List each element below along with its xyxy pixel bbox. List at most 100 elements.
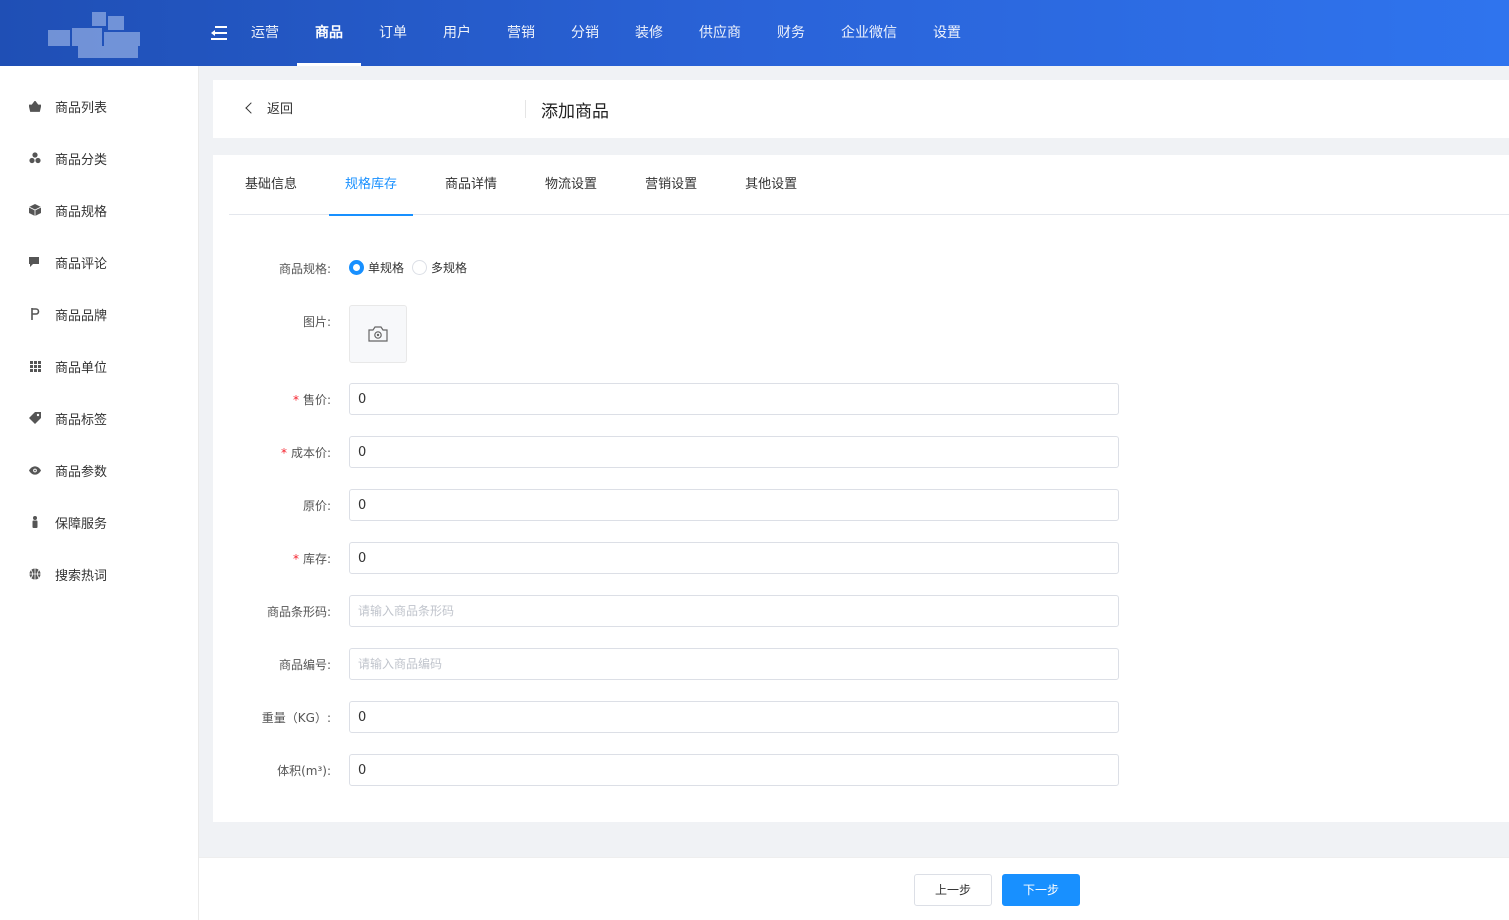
chevron-left-icon — [245, 101, 257, 114]
volume-label: 体积(m³): — [277, 764, 331, 778]
logo — [48, 8, 156, 60]
sidebar: 商品列表 商品分类 商品规格 商品评论 商品品牌 商品单位 商品标签 商品参数 … — [0, 66, 199, 920]
nav-item-orders[interactable]: 订单 — [361, 0, 425, 66]
image-upload[interactable] — [349, 305, 407, 363]
radio-multi-spec[interactable]: 多规格 — [412, 259, 467, 276]
form-row-weight: 重量（KG）: — [213, 701, 1509, 733]
form-row-sale-price: * 售价: — [213, 383, 1509, 415]
nav-item-products[interactable]: 商品 — [297, 0, 361, 66]
page-title: 添加商品 — [541, 102, 609, 122]
sale-price-label-text: 售价: — [302, 393, 331, 407]
sidebar-item-label: 商品单位 — [55, 360, 108, 376]
barcode-label: 商品条形码: — [266, 605, 331, 619]
form-row-cost-price: * 成本价: — [213, 436, 1509, 468]
form-row-original-price: 原价: — [213, 489, 1509, 521]
sidebar-item-product-comments[interactable]: 商品评论 — [0, 236, 198, 288]
sidebar-item-label: 商品标签 — [55, 412, 108, 428]
cost-price-input[interactable] — [349, 436, 1119, 468]
stock-input[interactable] — [349, 542, 1119, 574]
radio-dot — [349, 260, 364, 275]
radio-single-spec[interactable]: 单规格 — [349, 259, 404, 276]
tab-marketing[interactable]: 营销设置 — [629, 155, 713, 215]
top-navbar: 运营 商品 订单 用户 营销 分销 装修 供应商 财务 企业微信 设置 — [0, 0, 1509, 66]
nav-item-distribution[interactable]: 分销 — [553, 0, 617, 66]
form-row-stock: * 库存: — [213, 542, 1509, 574]
footer-actions: 上一步 下一步 — [199, 857, 1509, 920]
form-row-volume: 体积(m³): — [213, 754, 1509, 786]
tab-product-detail[interactable]: 商品详情 — [429, 155, 513, 215]
stock-label: * 库存: — [293, 550, 331, 567]
sale-price-label: * 售价: — [293, 391, 331, 408]
image-label: 图片: — [302, 315, 331, 329]
tab-spec-stock[interactable]: 规格库存 — [329, 155, 414, 216]
cost-price-label-text: 成本价: — [290, 446, 331, 460]
original-price-input[interactable] — [349, 489, 1119, 521]
sidebar-item-label: 商品分类 — [55, 152, 108, 168]
sidebar-item-product-brand[interactable]: 商品品牌 — [0, 288, 198, 340]
sidebar-item-label: 商品参数 — [55, 464, 108, 480]
original-price-label: 原价: — [302, 499, 331, 513]
barcode-input[interactable] — [349, 595, 1119, 627]
sidebar-item-search-hotwords[interactable]: 搜索热词 — [0, 548, 198, 600]
spec-label: 商品规格: — [278, 262, 331, 276]
service-icon — [29, 516, 41, 528]
main-nav: 运营 商品 订单 用户 营销 分销 装修 供应商 财务 企业微信 设置 — [233, 0, 979, 66]
radio-label: 多规格 — [431, 261, 468, 275]
required-mark: * — [292, 393, 299, 407]
form-row-spec: 商品规格: 单规格 多规格 — [213, 259, 1509, 277]
sidebar-item-label: 搜索热词 — [55, 568, 108, 584]
menu-collapse-icon[interactable] — [211, 26, 227, 40]
nav-item-operations[interactable]: 运营 — [233, 0, 297, 66]
basketball-icon — [29, 568, 41, 580]
grid-icon — [29, 360, 41, 372]
weight-label: 重量（KG）: — [261, 711, 331, 725]
nav-item-wecom[interactable]: 企业微信 — [823, 0, 915, 66]
nav-item-settings[interactable]: 设置 — [915, 0, 979, 66]
sidebar-item-label: 商品列表 — [55, 100, 108, 116]
tab-basic-info[interactable]: 基础信息 — [229, 155, 313, 215]
prev-step-button[interactable]: 上一步 — [914, 874, 992, 906]
product-code-input[interactable] — [349, 648, 1119, 680]
sidebar-item-product-params[interactable]: 商品参数 — [0, 444, 198, 496]
spec-radio-group: 单规格 多规格 — [349, 259, 475, 276]
sidebar-item-product-category[interactable]: 商品分类 — [0, 132, 198, 184]
required-mark: * — [292, 552, 299, 566]
cube-icon — [29, 204, 41, 216]
eye-icon — [29, 464, 41, 476]
required-mark: * — [280, 446, 287, 460]
sidebar-item-product-list[interactable]: 商品列表 — [0, 80, 198, 132]
divider — [525, 100, 526, 118]
tab-bar: 基础信息 规格库存 商品详情 物流设置 营销设置 其他设置 — [229, 155, 1509, 216]
tab-other[interactable]: 其他设置 — [729, 155, 813, 215]
comment-icon — [29, 256, 41, 268]
sidebar-item-product-unit[interactable]: 商品单位 — [0, 340, 198, 392]
form-row-barcode: 商品条形码: — [213, 595, 1509, 627]
category-icon — [29, 152, 41, 164]
form-card: 基础信息 规格库存 商品详情 物流设置 营销设置 其他设置 商品规格: 单规格 … — [213, 155, 1509, 822]
nav-item-marketing[interactable]: 营销 — [489, 0, 553, 66]
radio-label: 单规格 — [368, 261, 405, 275]
stock-label-text: 库存: — [302, 552, 331, 566]
sidebar-item-label: 商品评论 — [55, 256, 108, 272]
sidebar-item-label: 保障服务 — [55, 516, 108, 532]
volume-input[interactable] — [349, 754, 1119, 786]
radio-dot — [412, 260, 428, 275]
weight-input[interactable] — [349, 701, 1119, 733]
nav-item-finance[interactable]: 财务 — [759, 0, 823, 66]
next-step-button[interactable]: 下一步 — [1002, 874, 1080, 906]
sidebar-item-label: 商品规格 — [55, 204, 108, 220]
nav-item-users[interactable]: 用户 — [425, 0, 489, 66]
sidebar-item-product-tags[interactable]: 商品标签 — [0, 392, 198, 444]
nav-item-suppliers[interactable]: 供应商 — [681, 0, 759, 66]
brand-icon — [29, 308, 41, 320]
back-button[interactable]: 返回 — [243, 98, 293, 117]
tag-icon — [29, 412, 41, 424]
sidebar-item-product-spec[interactable]: 商品规格 — [0, 184, 198, 236]
sale-price-input[interactable] — [349, 383, 1119, 415]
nav-item-decoration[interactable]: 装修 — [617, 0, 681, 66]
camera-icon — [368, 326, 388, 342]
sidebar-item-guarantee-service[interactable]: 保障服务 — [0, 496, 198, 548]
page-header: 返回 添加商品 — [213, 80, 1509, 138]
back-label: 返回 — [267, 102, 294, 117]
tab-logistics[interactable]: 物流设置 — [529, 155, 613, 215]
